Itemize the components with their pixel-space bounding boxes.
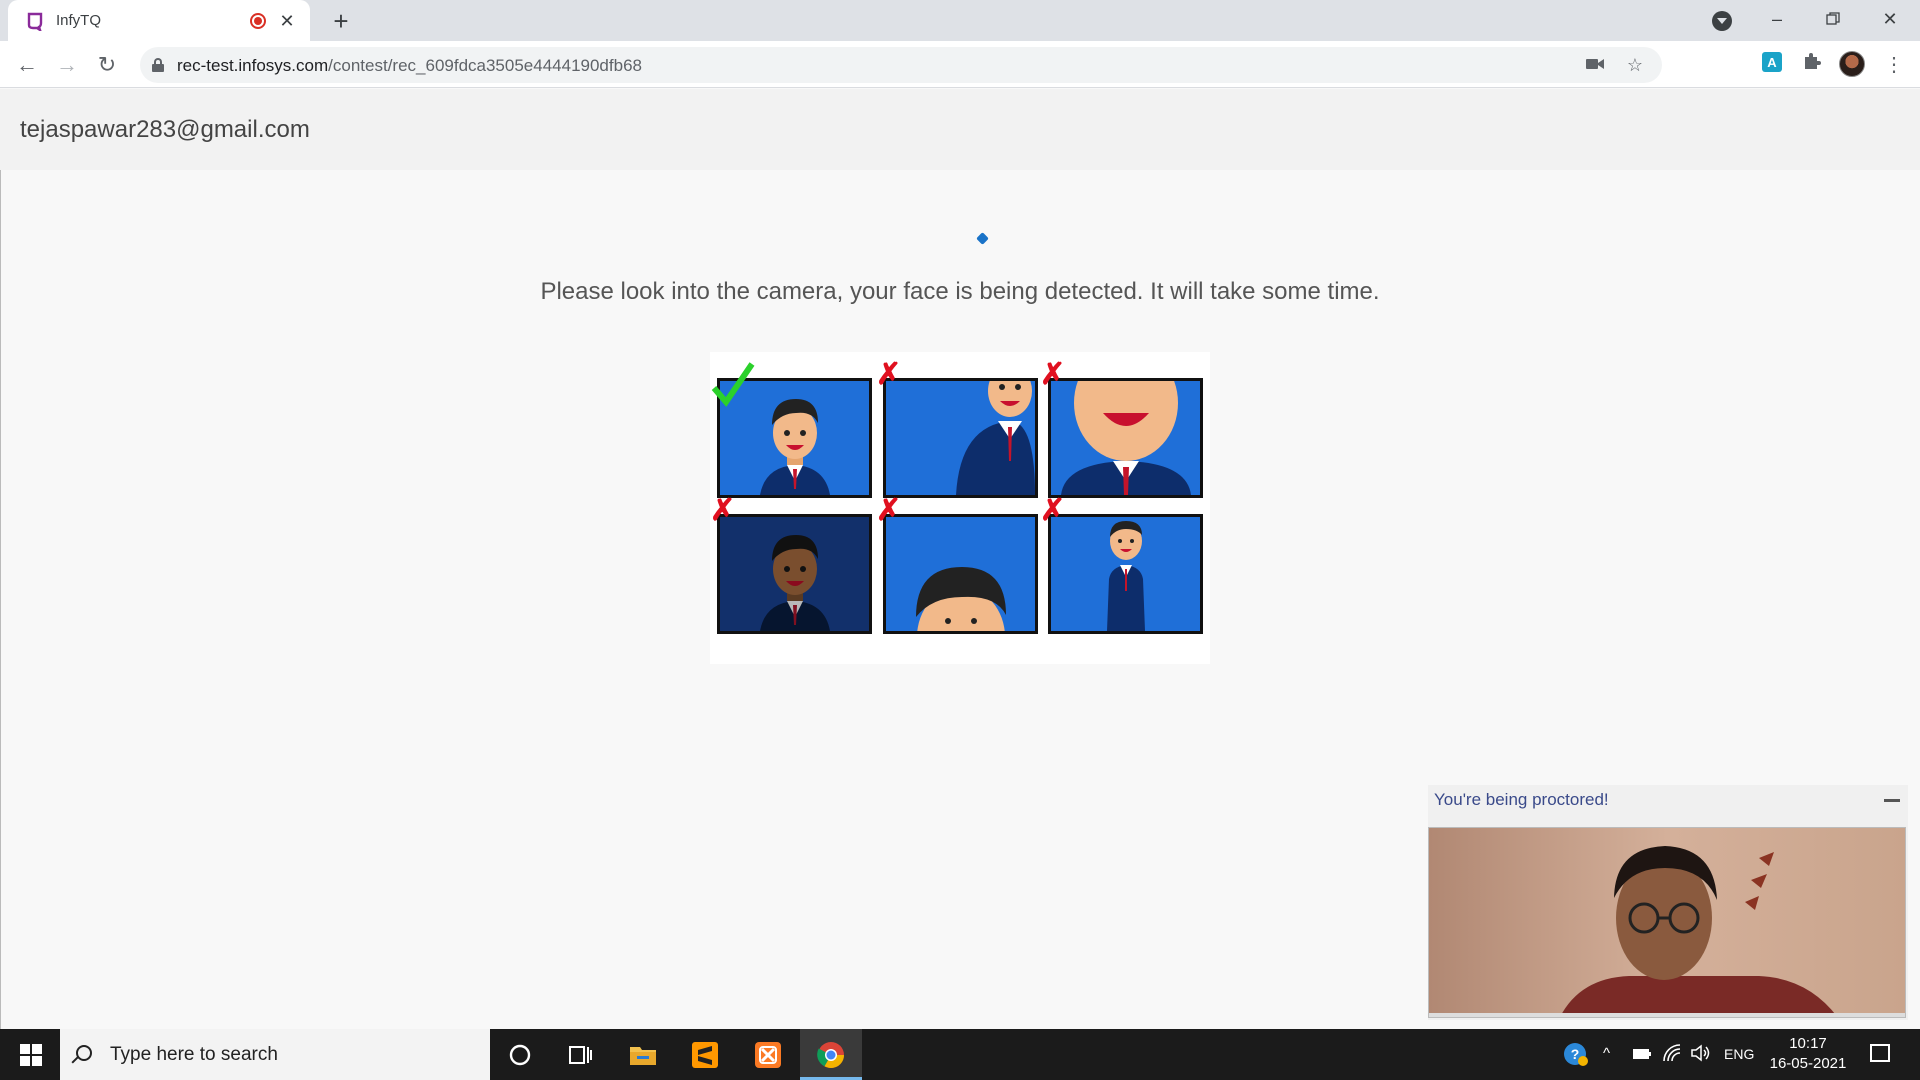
check-mark-icon	[711, 362, 755, 407]
minimize-window-icon[interactable]: –	[1757, 4, 1797, 34]
battery-icon[interactable]	[1632, 1047, 1652, 1065]
chrome-taskbar-button[interactable]	[800, 1029, 862, 1080]
webcam-feed	[1428, 827, 1906, 1018]
clock-time: 10:17	[1789, 1035, 1827, 1052]
volume-icon[interactable]	[1690, 1043, 1712, 1067]
close-tab-icon[interactable]: ✕	[278, 12, 296, 30]
lock-icon	[152, 58, 164, 72]
xampp-icon[interactable]	[752, 1039, 784, 1071]
url-text: rec-test.infosys.com/contest/rec_609fdca…	[177, 56, 642, 75]
new-tab-button[interactable]: +	[326, 6, 356, 36]
back-arrow-icon[interactable]: ←	[11, 49, 43, 81]
cross-mark-icon: ✗	[876, 358, 902, 391]
face-example-too-low	[883, 514, 1038, 634]
browser-tabstrip: InfyTQ ✕ + – ✕	[0, 0, 1920, 41]
loading-spinner	[976, 232, 989, 245]
file-explorer-icon[interactable]	[627, 1039, 659, 1071]
help-icon[interactable]: ?	[1562, 1040, 1590, 1072]
page-header: tejaspawar283@gmail.com	[0, 89, 1920, 170]
taskbar-clock[interactable]: 10:17 16-05-2021	[1766, 1034, 1850, 1074]
extensions-puzzle-icon[interactable]	[1798, 51, 1826, 79]
reload-icon[interactable]: ↻	[91, 49, 123, 81]
browser-toolbar: ← → ↻ rec-test.infosys.com/contest/rec_6…	[0, 41, 1920, 88]
windows-start-icon[interactable]	[20, 1044, 42, 1066]
face-position-examples: ✗ ✗ ✗ ✗ ✗	[710, 352, 1210, 664]
infytq-favicon-icon	[24, 10, 46, 32]
cross-mark-icon: ✗	[876, 494, 902, 527]
show-hidden-icons-icon[interactable]: ^	[1603, 1045, 1610, 1062]
chrome-icon	[817, 1042, 845, 1069]
profile-avatar[interactable]	[1839, 51, 1865, 77]
minimize-proctor-icon[interactable]	[1884, 799, 1900, 802]
proctor-title: You're being proctored!	[1434, 790, 1609, 809]
cortana-icon[interactable]	[504, 1039, 536, 1071]
face-detection-instruction: Please look into the camera, your face i…	[540, 278, 1380, 305]
taskbar-search-box[interactable]: Type here to search	[60, 1029, 490, 1080]
extension-a-icon[interactable]: A	[1758, 51, 1786, 79]
face-example-too-high	[883, 378, 1038, 498]
recording-icon	[250, 12, 266, 29]
cross-mark-icon: ✗	[1040, 358, 1066, 391]
sublime-text-icon[interactable]	[689, 1039, 721, 1071]
browser-tab[interactable]: InfyTQ ✕	[8, 0, 310, 41]
wifi-icon[interactable]	[1662, 1043, 1682, 1067]
svg-text:?: ?	[1571, 1046, 1580, 1062]
address-bar[interactable]: rec-test.infosys.com/contest/rec_609fdca…	[140, 47, 1662, 83]
tab-search-icon[interactable]	[1712, 11, 1732, 31]
windows-taskbar: Type here to search ? ^ ENG 10:17 16-05-…	[0, 1029, 1920, 1080]
forward-arrow-icon[interactable]: →	[51, 49, 83, 81]
tab-title: InfyTQ	[56, 12, 102, 29]
notification-center-icon[interactable]	[1870, 1044, 1890, 1062]
proctor-widget: You're being proctored!	[1428, 785, 1908, 1020]
svg-text:A: A	[1767, 55, 1777, 70]
face-example-too-far	[1048, 514, 1203, 634]
clock-date: 16-05-2021	[1769, 1055, 1847, 1072]
cross-mark-icon: ✗	[710, 494, 736, 527]
taskbar-search-placeholder: Type here to search	[110, 1044, 278, 1065]
face-example-too-close	[1048, 378, 1203, 498]
browser-menu-icon[interactable]: ⋮	[1880, 51, 1908, 79]
restore-window-icon[interactable]	[1813, 4, 1853, 34]
face-example-too-dark	[717, 514, 872, 634]
input-language[interactable]: ENG	[1724, 1046, 1754, 1062]
search-icon	[76, 1045, 92, 1061]
user-email: tejaspawar283@gmail.com	[20, 116, 310, 143]
task-view-icon[interactable]	[564, 1039, 596, 1071]
cross-mark-icon: ✗	[1040, 494, 1066, 527]
camera-in-use-icon[interactable]	[1584, 55, 1606, 75]
bookmark-star-icon[interactable]: ☆	[1624, 55, 1646, 75]
close-window-icon[interactable]: ✕	[1870, 4, 1910, 34]
